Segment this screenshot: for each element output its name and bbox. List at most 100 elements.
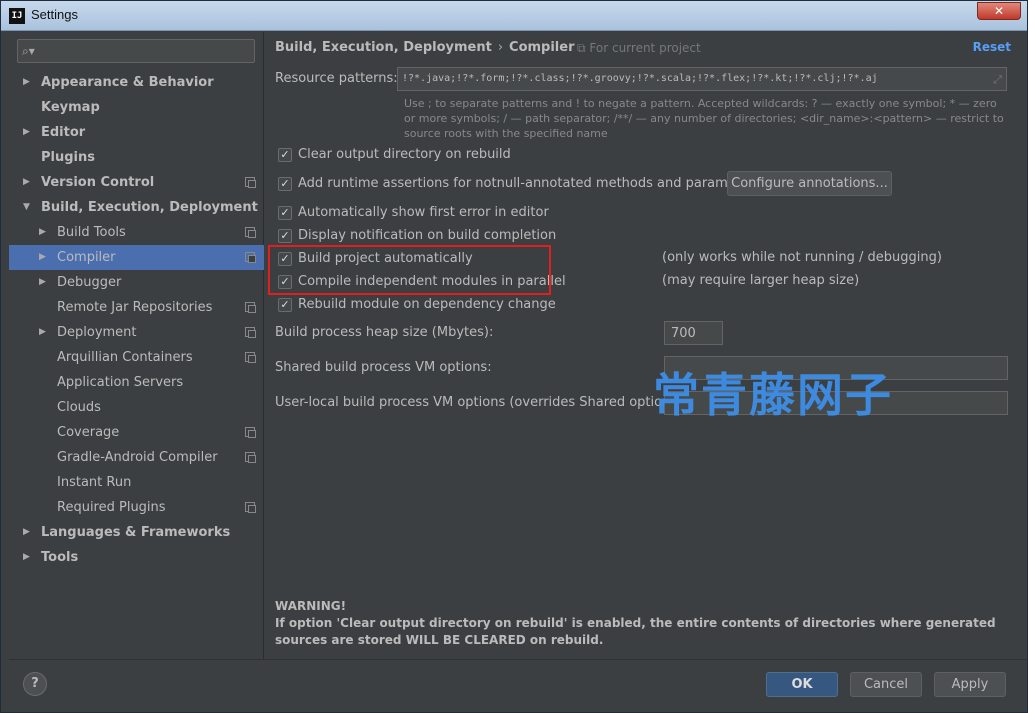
sidebar-item-label: Application Servers (57, 375, 184, 390)
sidebar-item[interactable]: Plugins (9, 145, 264, 170)
configure-annotations-button[interactable]: Configure annotations... (727, 171, 892, 196)
collapsed-arrow-icon[interactable]: ▶ (23, 170, 35, 195)
compiler-settings-panel: Build, Execution, Deployment › Compiler ⧉ … (265, 32, 1027, 659)
breadcrumb-parent: Build, Execution, Deployment (275, 40, 492, 55)
project-scope-icon (245, 427, 256, 438)
expanded-arrow-icon[interactable]: ▼ (23, 195, 35, 220)
option-checkbox[interactable]: ✓ (278, 298, 292, 312)
sidebar-item-label: Keymap (41, 100, 100, 115)
sidebar-item[interactable]: Clouds (9, 395, 264, 420)
sidebar-item[interactable]: Gradle-Android Compiler (9, 445, 264, 470)
sidebar-item[interactable]: ▶ Deployment (9, 320, 264, 345)
settings-window: IJ Settings ✕ ⌕▾ ▶ Appearance & Behavior K… (0, 0, 1028, 713)
collapsed-arrow-icon[interactable]: ▶ (39, 270, 51, 295)
local-vm-options-label: User-local build process VM options (ove… (275, 395, 687, 410)
collapsed-arrow-icon[interactable]: ▶ (23, 545, 35, 570)
apply-button[interactable]: Apply (934, 672, 1006, 697)
search-icon: ⌕▾ (22, 44, 35, 58)
annotation-highlight-box (268, 245, 551, 295)
sidebar-item[interactable]: ▶ Compiler (9, 245, 264, 270)
ok-button[interactable]: OK (766, 672, 838, 697)
collapsed-arrow-icon[interactable]: ▶ (39, 320, 51, 345)
intellij-app-icon: IJ (9, 8, 25, 24)
sidebar-item[interactable]: ▶ Debugger (9, 270, 264, 295)
project-scope-icon (245, 502, 256, 513)
project-scope-icon (245, 252, 256, 263)
sidebar-item-label: Build Tools (57, 225, 126, 240)
breadcrumb: Build, Execution, Deployment › Compiler (275, 40, 575, 55)
sidebar-item[interactable]: ▶ Editor (9, 120, 264, 145)
sidebar-item-label: Editor (41, 125, 86, 140)
sidebar-item[interactable]: ▶ Build Tools (9, 220, 264, 245)
option-checkbox[interactable]: ✓ (278, 229, 292, 243)
sidebar-item[interactable]: Keymap (9, 95, 264, 120)
resource-patterns-field[interactable]: !?*.java;!?*.form;!?*.class;!?*.groovy;!… (397, 67, 1007, 91)
warning-text: If option 'Clear output directory on reb… (275, 616, 996, 647)
cancel-button[interactable]: Cancel (850, 672, 922, 697)
sidebar-item-label: Compiler (57, 250, 116, 265)
resource-patterns-label: Resource patterns: (275, 71, 398, 86)
warning-message: WARNING! If option 'Clear output directo… (275, 598, 1015, 649)
sidebar-item-label: Build, Execution, Deployment (41, 200, 258, 215)
sidebar-item-label: Instant Run (57, 475, 132, 490)
heap-size-label: Build process heap size (Mbytes): (275, 325, 494, 340)
collapsed-arrow-icon[interactable]: ▶ (23, 520, 35, 545)
sidebar-item[interactable]: Coverage (9, 420, 264, 445)
collapsed-arrow-icon[interactable]: ▶ (23, 70, 35, 95)
settings-search-input[interactable]: ⌕▾ (17, 39, 255, 63)
sidebar-item-label: Appearance & Behavior (41, 75, 214, 90)
sidebar-item[interactable]: ▶ Version Control (9, 170, 264, 195)
option-label: Display notification on build completion (298, 228, 557, 243)
project-scope-icon (245, 352, 256, 363)
sidebar-item-label: Tools (41, 550, 79, 565)
shared-vm-options-label: Shared build process VM options: (275, 360, 492, 375)
sidebar-item-label: Clouds (57, 400, 101, 415)
sidebar-item[interactable]: Remote Jar Repositories (9, 295, 264, 320)
option-checkbox[interactable]: ✓ (278, 177, 292, 191)
sidebar-item[interactable]: ▼ Build, Execution, Deployment (9, 195, 264, 220)
for-current-project-note: ⧉ For current project (577, 41, 701, 55)
sidebar-item[interactable]: ▶ Appearance & Behavior (9, 70, 264, 95)
sidebar-item[interactable]: Instant Run (9, 470, 264, 495)
dialog-buttons-bar: ? OK Cancel Apply (9, 659, 1027, 711)
project-scope-icon (245, 177, 256, 188)
option-label: Rebuild module on dependency change (298, 297, 556, 312)
sidebar-item-label: Gradle-Android Compiler (57, 450, 218, 465)
breadcrumb-separator: › (497, 40, 504, 55)
sidebar-item-label: Arquillian Containers (57, 350, 193, 365)
sidebar-item-label: Version Control (41, 175, 155, 190)
option-note: (may require larger heap size) (662, 273, 860, 288)
option-checkbox[interactable]: ✓ (278, 148, 292, 162)
sidebar-item[interactable]: Required Plugins (9, 495, 264, 520)
option-label: Clear output directory on rebuild (298, 147, 511, 162)
expand-icon[interactable]: ⤢ (993, 73, 1002, 87)
collapsed-arrow-icon[interactable]: ▶ (39, 245, 51, 270)
breadcrumb-current: Compiler (509, 40, 575, 55)
option-checkbox[interactable]: ✓ (278, 206, 292, 220)
project-scope-icon (245, 452, 256, 463)
sidebar-item-label: Languages & Frameworks (41, 525, 231, 540)
sidebar-item-label: Deployment (57, 325, 137, 340)
sidebar-item[interactable]: Arquillian Containers (9, 345, 264, 370)
sidebar-item-label: Coverage (57, 425, 120, 440)
sidebar-item[interactable]: ▶ Languages & Frameworks (9, 520, 264, 545)
settings-tree: ▶ Appearance & Behavior Keymap ▶ Editor Plugi… (9, 70, 264, 570)
project-scope-icon (245, 227, 256, 238)
sidebar-item[interactable]: ▶ Tools (9, 545, 264, 570)
sidebar-item-label: Required Plugins (57, 500, 166, 515)
heap-size-input[interactable]: 700 (664, 321, 723, 345)
collapsed-arrow-icon[interactable]: ▶ (23, 120, 35, 145)
sidebar-item-label: Plugins (41, 150, 95, 165)
project-scope-icon (245, 327, 256, 338)
help-button[interactable]: ? (23, 672, 47, 696)
project-scope-icon: ⧉ (577, 41, 586, 55)
project-scope-icon (245, 302, 256, 313)
reset-link[interactable]: Reset (973, 40, 1011, 54)
close-window-button[interactable]: ✕ (977, 2, 1021, 20)
warning-title: WARNING! (275, 599, 347, 613)
sidebar-item[interactable]: Application Servers (9, 370, 264, 395)
settings-sidebar: ⌕▾ ▶ Appearance & Behavior Keymap ▶ Editor Pl… (9, 32, 264, 659)
sidebar-item-label: Debugger (57, 275, 122, 290)
resource-patterns-hint: Use ; to separate patterns and ! to nega… (404, 97, 1004, 140)
collapsed-arrow-icon[interactable]: ▶ (39, 220, 51, 245)
